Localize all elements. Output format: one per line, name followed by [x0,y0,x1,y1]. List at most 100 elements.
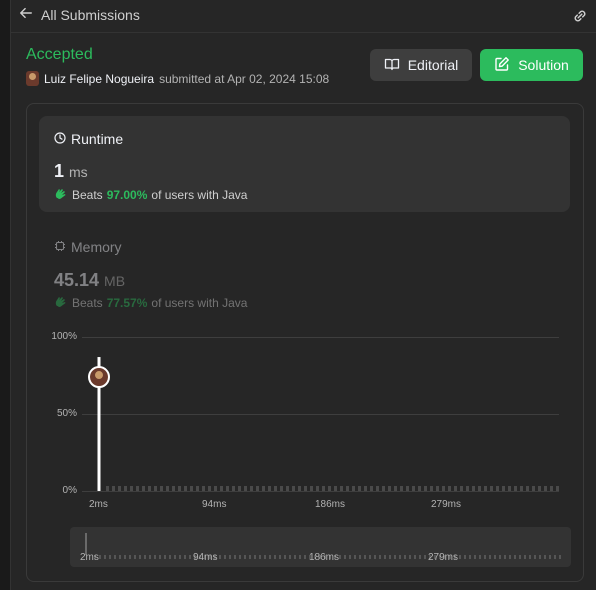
scrubber-tick [264,555,266,559]
x-tick-label: 94ms [202,499,227,510]
scrubber-label: 2ms [80,552,99,563]
scrubber-tick [474,555,476,559]
scrubber-tick [184,555,186,559]
link-icon[interactable] [571,7,589,25]
scrubber-tick [114,555,116,559]
scrubber-tick [244,555,246,559]
distribution-bar [136,486,139,491]
scrubber-label: 279ms [428,552,459,563]
scrubber-tick [499,555,501,559]
back-to-submissions[interactable]: All Submissions [19,6,140,23]
scrubber-tick [159,555,161,559]
memory-beats-pct: 77.57% [106,295,148,310]
scrubber-tick [464,555,466,559]
scrubber-tick [109,555,111,559]
scrubber-tick [549,555,551,559]
runtime-label: Runtime [71,131,124,147]
distribution-bar [106,486,109,491]
scrubber-tick [259,555,261,559]
distribution-bar [406,486,409,491]
distribution-bar [400,486,403,491]
distribution-bar [142,486,145,491]
distribution-bar [244,486,247,491]
runtime-box[interactable]: Runtime 1 ms Beats 97.00% of users with … [39,116,570,212]
scrubber-tick [239,555,241,559]
distribution-bar [316,486,319,491]
distribution-bar [340,486,343,491]
scrubber-tick [149,555,151,559]
distribution-bar [520,486,523,491]
runtime-beats-suffix: of users with Java [151,187,248,202]
scrubber-tick [369,555,371,559]
distribution-bar [334,486,337,491]
runtime-beats-prefix: Beats [72,187,103,202]
scrubber-tick [349,555,351,559]
scrubber-tick [374,555,376,559]
distribution-bar [364,486,367,491]
distribution-bar [394,486,397,491]
distribution-bar [556,486,559,491]
distribution-bar [460,486,463,491]
runtime-unit: ms [69,164,88,180]
distribution-bar [160,486,163,491]
distribution-bar [238,486,241,491]
scrubber-tick [384,555,386,559]
range-scrubber[interactable]: 2ms 94ms 186ms 279ms [70,527,571,567]
scrubber-tick [399,555,401,559]
scrubber-tick [469,555,471,559]
scrubber-tick [529,555,531,559]
avatar[interactable] [26,71,39,86]
scrubber-tick [294,555,296,559]
scrubber-tick [344,555,346,559]
distribution-bar [412,486,415,491]
book-icon [384,56,400,75]
scrubber-label: 94ms [193,552,218,563]
scrubber-tick [119,555,121,559]
scrubber-tick [414,555,416,559]
memory-title: Memory [54,239,122,255]
scrubber-tick [254,555,256,559]
distribution-bar [166,486,169,491]
solution-label: Solution [518,57,569,73]
distribution-bar [490,486,493,491]
distribution-bar [286,486,289,491]
scrubber-tick [104,555,106,559]
distribution-bar [184,486,187,491]
memory-beats-prefix: Beats [72,295,103,310]
scrubber-tick [409,555,411,559]
scrubber-tick [419,555,421,559]
scrubber-tick [189,555,191,559]
author-name[interactable]: Luiz Felipe Nogueira [44,72,154,86]
scrubber-tick [554,555,556,559]
distribution-bar [358,486,361,491]
distribution-bar [124,486,127,491]
scrubber-tick [289,555,291,559]
distribution-bar [196,486,199,491]
distribution-bar [388,486,391,491]
performance-card: Runtime 1 ms Beats 97.00% of users with … [26,103,584,582]
author-line: Luiz Felipe Nogueira submitted at Apr 02… [26,71,329,86]
scrubber-tick [404,555,406,559]
distribution-bar [256,486,259,491]
avatar-face [95,371,103,380]
distribution-bar [274,486,277,491]
back-label: All Submissions [41,6,140,23]
runtime-value: 1 [54,161,65,181]
scrubber-tick [504,555,506,559]
scrubber-tick [354,555,356,559]
distribution-bar [382,486,385,491]
distribution-bar [526,486,529,491]
scrubber-tick [234,555,236,559]
distribution-bar [418,486,421,491]
memory-beats-suffix: of users with Java [151,295,248,310]
editorial-button[interactable]: Editorial [370,49,472,81]
distribution-bar [454,486,457,491]
scrubber-tick [559,555,561,559]
distribution-bar [430,486,433,491]
distribution-bar [322,486,325,491]
distribution-bar [346,486,349,491]
solution-button[interactable]: Solution [480,49,583,81]
scrubber-tick [124,555,126,559]
submission-status: Accepted [26,46,93,63]
scrubber-tick [224,555,226,559]
